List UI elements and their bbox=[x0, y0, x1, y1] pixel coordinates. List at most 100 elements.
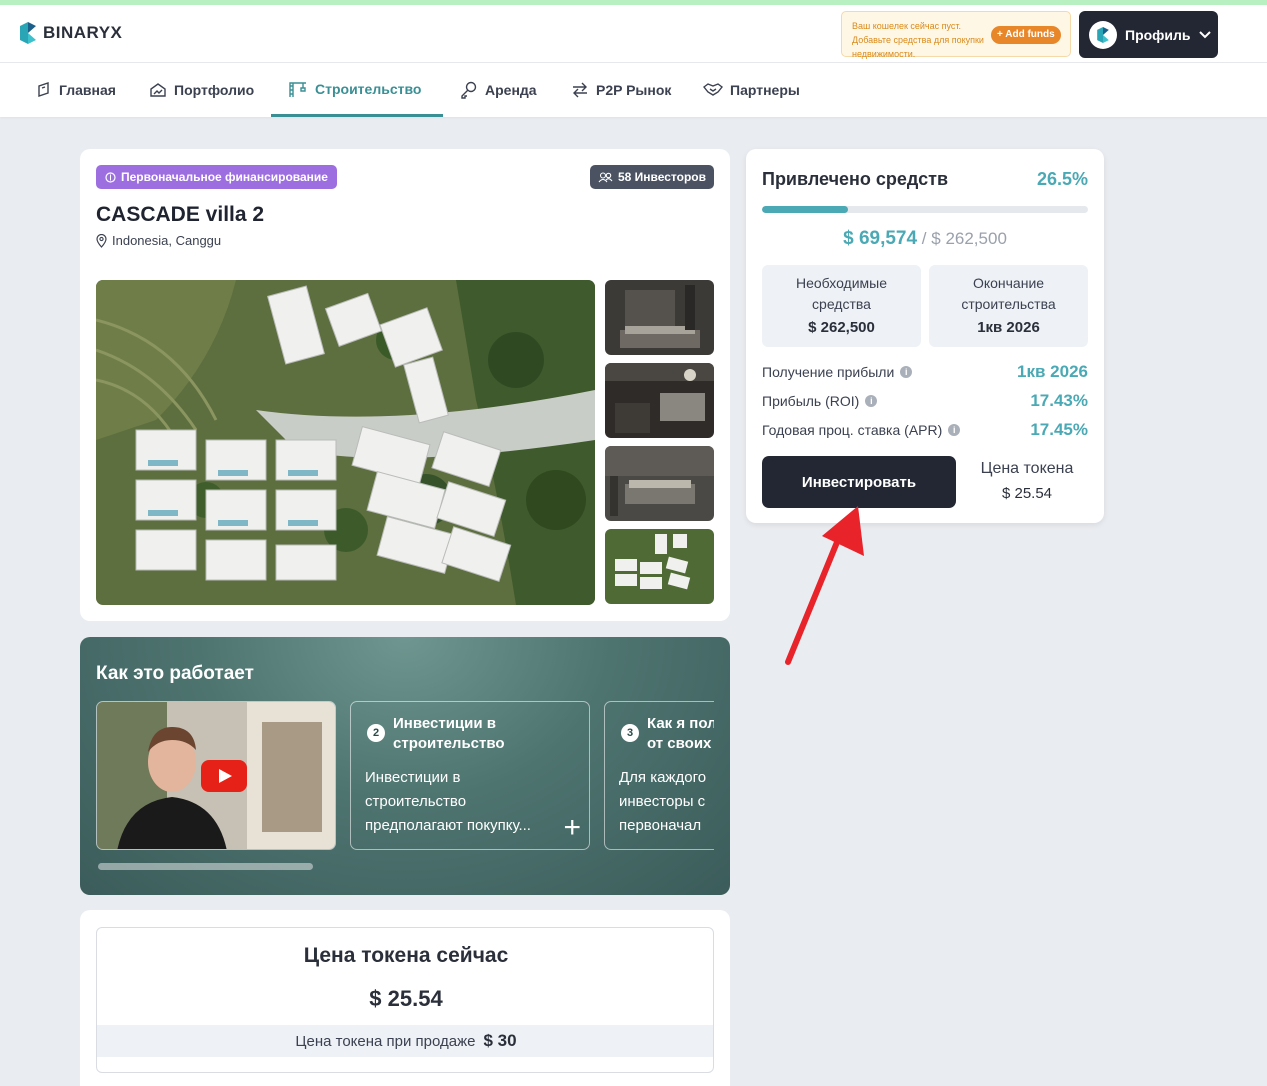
funding-amount: $ 69,574 / $ 262,500 bbox=[746, 228, 1104, 250]
step-text: Инвестиции в строительство предполагают … bbox=[365, 769, 531, 834]
info-icon[interactable]: i bbox=[900, 366, 913, 378]
nav-label-partners: Партнеры bbox=[730, 82, 800, 98]
nav-label-home: Главная bbox=[59, 82, 116, 98]
step-number: 2 bbox=[367, 724, 385, 742]
profile-label: Профиль bbox=[1125, 26, 1191, 43]
step-card-3[interactable]: 3 Как я пол от своих Для каждого инвесто… bbox=[604, 701, 714, 850]
step-card-2[interactable]: 2 Инвестиции в строительство Инвестиции … bbox=[350, 701, 590, 850]
token-price-title: Цена токена сейчас bbox=[303, 944, 509, 967]
property-title: CASCADE villa 2 bbox=[96, 203, 265, 226]
info-icon[interactable]: i bbox=[865, 395, 878, 407]
nav-item-partners[interactable]: Партнеры bbox=[703, 63, 800, 117]
aerial-thumb-photo bbox=[605, 529, 714, 604]
funding-card: Привлечено средств 26.5% $ 69,574 / $ 26… bbox=[746, 149, 1104, 523]
home-icon bbox=[38, 82, 49, 97]
main-nav: Главная Портфолио Строительство Аренда P… bbox=[0, 63, 1267, 117]
kitchen-photo bbox=[605, 363, 714, 438]
raised-amount: $ 69,574 bbox=[843, 228, 918, 249]
handshake-icon bbox=[703, 83, 723, 96]
video-card[interactable] bbox=[96, 701, 336, 850]
swap-icon bbox=[573, 82, 587, 98]
empty-wallet-banner: Ваш кошелек сейчас пуст. Добавьте средст… bbox=[841, 11, 1071, 59]
goal-amount: $ 262,500 bbox=[931, 229, 1007, 248]
users-icon bbox=[598, 171, 613, 182]
required-funds-value: $ 262,500 bbox=[808, 319, 875, 336]
gallery-thumb-3[interactable] bbox=[605, 446, 714, 521]
aerial-villa-photo bbox=[96, 280, 595, 605]
token-price-card: Цена токена сейчас $ 25.54 Цена токена п… bbox=[80, 910, 730, 1086]
coin-icon bbox=[105, 171, 116, 183]
plus-icon: + bbox=[997, 29, 1006, 40]
portfolio-icon bbox=[150, 83, 166, 97]
step-number: 3 bbox=[621, 724, 639, 742]
gallery-thumb-2[interactable] bbox=[605, 363, 714, 438]
youtube-play-icon[interactable] bbox=[201, 760, 247, 792]
nav-item-home[interactable]: Главная bbox=[36, 63, 116, 117]
step-title: Как я пол от своих bbox=[647, 715, 714, 752]
profit-date-row: Получение прибыли i 1кв 2026 bbox=[762, 362, 1088, 382]
gallery-thumb-1[interactable] bbox=[605, 280, 714, 355]
funding-percent: 26.5% bbox=[1036, 169, 1088, 189]
sell-price-row: Цена токена при продаже $ 30 bbox=[97, 1025, 713, 1057]
construction-end-box: Окончание строительства 1кв 2026 bbox=[929, 265, 1088, 347]
apr-row: Годовая проц. ставка (APR) i 17.45% bbox=[762, 420, 1088, 440]
step-title: Инвестиции в строительство bbox=[393, 715, 505, 752]
step-text: Для каждого инвесторы с первоначал bbox=[619, 769, 707, 834]
wallet-message: Ваш кошелек сейчас пуст. Добавьте средст… bbox=[852, 21, 984, 59]
brand-logo[interactable]: BINARYX bbox=[19, 22, 122, 44]
location-pin-icon bbox=[96, 233, 107, 248]
nav-item-portfolio[interactable]: Портфолио bbox=[149, 63, 254, 117]
how-it-works-section: Как это работает 2 Инвестиции в строител… bbox=[80, 637, 730, 895]
token-price-small-value: $ 25.54 bbox=[1001, 485, 1053, 502]
plus-icon[interactable]: + bbox=[563, 813, 581, 843]
nav-item-construction[interactable]: Строительство bbox=[271, 63, 443, 117]
roi-row: Прибыль (ROI) i 17.43% bbox=[762, 391, 1088, 411]
bedroom-photo bbox=[605, 280, 714, 355]
required-funds-label: Необходимые средства bbox=[795, 275, 888, 312]
how-it-works-title: Как это работает bbox=[96, 663, 254, 684]
gallery-thumb-4[interactable] bbox=[605, 529, 714, 604]
carousel-scrollbar[interactable] bbox=[98, 863, 313, 870]
required-funds-box: Необходимые средства $ 262,500 bbox=[762, 265, 921, 347]
nav-label-construction: Строительство bbox=[315, 80, 422, 97]
interior-photo bbox=[605, 446, 714, 521]
apr-value: 17.45% bbox=[1030, 420, 1088, 439]
investors-badge-label: 58 Инвесторов bbox=[617, 170, 706, 184]
funding-progress-bar bbox=[762, 206, 1088, 213]
amount-separator: / bbox=[921, 229, 927, 248]
roi-value: 17.43% bbox=[1030, 391, 1088, 410]
funding-title: Привлечено средств bbox=[762, 169, 949, 189]
investors-badge: 58 Инвесторов bbox=[589, 165, 714, 189]
token-price-label: Цена токена bbox=[980, 460, 1074, 477]
add-funds-label: Add funds bbox=[1005, 29, 1055, 40]
binaryx-logo-icon bbox=[20, 22, 36, 44]
property-main-image[interactable] bbox=[96, 280, 595, 605]
sell-price-value: $ 30 bbox=[483, 1031, 517, 1050]
token-price-value: $ 25.54 bbox=[369, 986, 443, 1011]
step-clip: 3 Как я пол от своих Для каждого инвесто… bbox=[604, 701, 714, 850]
chevron-down-icon bbox=[1198, 30, 1211, 38]
property-location: Indonesia, Canggu bbox=[96, 233, 221, 248]
profile-menu-button[interactable]: Профиль bbox=[1079, 11, 1218, 58]
token-price-box: Цена токена сейчас $ 25.54 Цена токена п… bbox=[96, 927, 714, 1073]
funding-progress-fill bbox=[762, 206, 849, 213]
profit-date-value: 1кв 2026 bbox=[1017, 362, 1088, 381]
app-header: BINARYX Ваш кошелек сейчас пуст. Добавьт… bbox=[0, 5, 1267, 63]
nav-label-p2p: P2P Рынок bbox=[596, 82, 672, 98]
nav-item-p2p[interactable]: P2P Рынок bbox=[571, 63, 671, 117]
construction-end-label: Окончание строительства bbox=[961, 275, 1056, 312]
sell-price-label: Цена токена при продаже bbox=[295, 1032, 476, 1050]
nav-item-rent[interactable]: Аренда bbox=[460, 63, 537, 117]
brand-name: BINARYX bbox=[43, 23, 123, 42]
location-text: Indonesia, Canggu bbox=[112, 233, 222, 248]
construction-icon bbox=[289, 81, 306, 97]
stage-badge: Первоначальное финансирование bbox=[96, 165, 337, 189]
roi-label: Прибыль (ROI) bbox=[762, 393, 860, 409]
property-card: Первоначальное финансирование 58 Инвесто… bbox=[80, 149, 730, 621]
red-arrow-annotation bbox=[785, 506, 864, 665]
avatar bbox=[1089, 20, 1117, 49]
apr-label: Годовая проц. ставка (APR) bbox=[762, 422, 943, 438]
info-icon[interactable]: i bbox=[948, 424, 961, 436]
key-icon bbox=[461, 81, 477, 99]
add-funds-button[interactable]: + Add funds bbox=[991, 26, 1061, 44]
